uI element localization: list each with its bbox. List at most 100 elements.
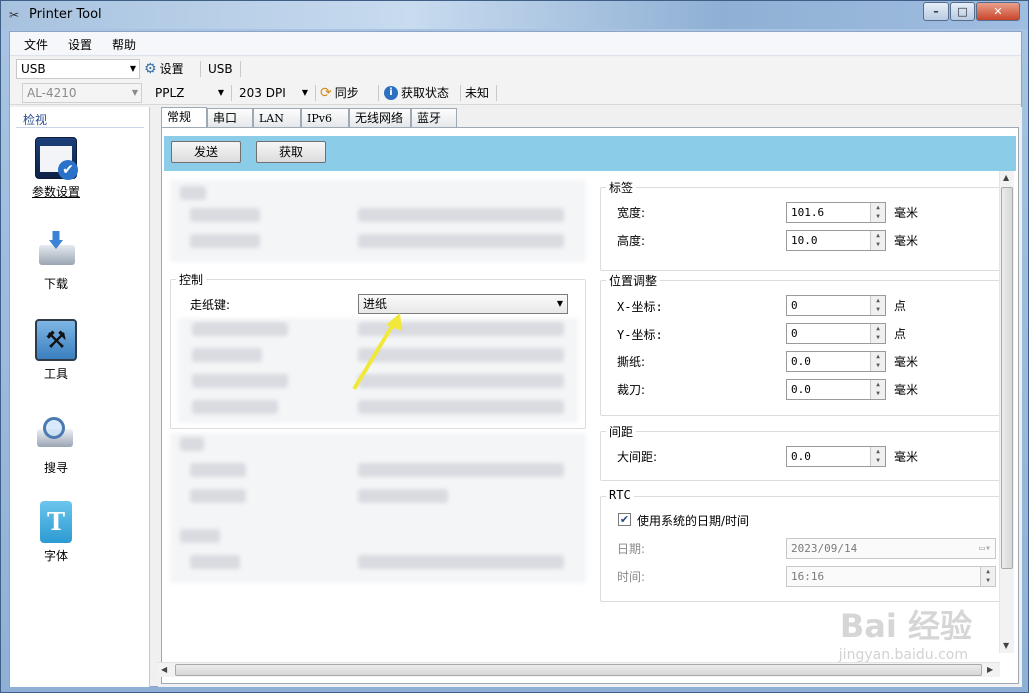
spin-buttons[interactable]: ▲ ▼ — [870, 231, 885, 250]
minimize-button[interactable]: – — [923, 2, 949, 21]
chevron-down-icon: ▼ — [129, 64, 136, 73]
time-label: 时间: — [617, 570, 646, 584]
label-group-title: 标签 — [606, 179, 637, 196]
model-select[interactable]: AL-4210 ▼ — [22, 83, 142, 103]
toolbar-separator — [460, 85, 461, 101]
divider — [16, 127, 144, 128]
sidebar-item-label: 下载 — [43, 277, 68, 291]
port-select[interactable]: USB ▼ — [16, 59, 140, 79]
calendar-icon: ▭▾ — [978, 543, 991, 554]
spin-buttons[interactable]: ▲ ▼ — [870, 352, 885, 371]
sidebar-item-download[interactable]: 下载 — [20, 229, 92, 292]
gap-group-title: 间距 — [606, 423, 637, 440]
language-select[interactable]: PPLZ ▼ — [150, 83, 228, 103]
chevron-down-icon: ▼ — [301, 88, 308, 97]
spin-buttons[interactable]: ▲ ▼ — [870, 447, 885, 466]
tab-lan[interactable]: LAN — [253, 108, 301, 128]
get-status-label: 获取状态 — [401, 86, 450, 100]
spin-buttons[interactable]: ▲ ▼ — [870, 203, 885, 222]
sidebar-item-label: 字体 — [43, 549, 68, 563]
sync-button[interactable]: ⟳ 同步 — [320, 84, 359, 102]
toolbar-separator — [496, 85, 497, 101]
y-input[interactable]: 0 ▲ ▼ — [786, 323, 886, 344]
height-input[interactable]: 10.0 ▲ ▼ — [786, 230, 886, 251]
spin-buttons[interactable]: ▲ ▼ — [870, 324, 885, 343]
chevron-down-icon: ▼ — [131, 88, 138, 97]
cutter-value: 0.0 — [791, 383, 811, 396]
get-status-button[interactable]: i 获取状态 — [384, 84, 449, 102]
close-button[interactable]: ✕ — [976, 2, 1020, 21]
height-label: 高度: — [617, 234, 646, 248]
spin-buttons[interactable]: ▲ ▼ — [980, 567, 995, 586]
maximize-button[interactable]: □ — [950, 2, 975, 21]
x-input[interactable]: 0 ▲ ▼ — [786, 295, 886, 316]
scroll-up-icon[interactable]: ▲ — [1003, 173, 1009, 182]
app-window: ✂ Printer Tool – □ ✕ 文件 设置 帮助 USB ▼ ⚙ 设置… — [0, 0, 1029, 693]
tear-input[interactable]: 0.0 ▲ ▼ — [786, 351, 886, 372]
menu-file[interactable]: 文件 — [24, 36, 48, 53]
width-value: 101.6 — [791, 206, 825, 219]
rtc-group-title: RTC — [606, 488, 634, 502]
chevron-down-icon: ▼ — [556, 299, 563, 308]
font-icon: T — [40, 501, 72, 543]
y-value: 0 — [791, 327, 798, 340]
gap-input[interactable]: 0.0 ▲ ▼ — [786, 446, 886, 467]
toolbar-printer: AL-4210 ▼ PPLZ ▼ 203 DPI ▼ ⟳ 同步 i 获取状态 未… — [10, 81, 1021, 105]
scroll-left-icon[interactable]: ◀ — [161, 665, 167, 674]
sidebar-header: 检视 — [23, 113, 48, 127]
gap-label: 大间距: — [617, 450, 658, 464]
toolbar-separator — [200, 61, 201, 77]
tab-serial[interactable]: 串口 — [207, 108, 253, 128]
model-select-value: AL-4210 — [27, 86, 77, 100]
send-button[interactable]: 发送 — [171, 141, 241, 163]
width-input[interactable]: 101.6 ▲ ▼ — [786, 202, 886, 223]
tear-value: 0.0 — [791, 355, 811, 368]
label-group — [600, 187, 1006, 271]
sync-label: 同步 — [334, 86, 359, 100]
date-picker[interactable]: 2023/09/14 ▭▾ — [786, 538, 996, 559]
toolbar-connection: USB ▼ ⚙ 设置 USB — [10, 57, 1021, 81]
tab-wireless[interactable]: 无线网络 — [349, 108, 411, 128]
sidebar-item-tools[interactable]: ⚒ 工具 — [20, 319, 92, 382]
port-settings-button[interactable]: ⚙ 设置 — [144, 60, 184, 78]
window-title: Printer Tool — [29, 7, 102, 22]
vertical-scrollbar[interactable]: ▲ ▼ — [999, 171, 1014, 653]
tools-icon: ⚒ — [35, 319, 77, 361]
port-settings-label: 设置 — [159, 62, 184, 76]
menu-help[interactable]: 帮助 — [112, 36, 136, 53]
use-system-time-checkbox[interactable]: ✔ — [618, 513, 631, 526]
download-printer-icon — [35, 229, 77, 271]
vertical-scroll-thumb[interactable] — [1001, 187, 1013, 569]
tab-bluetooth[interactable]: 蓝牙 — [411, 108, 457, 128]
blurred-section — [170, 433, 586, 583]
port-select-value: USB — [21, 62, 46, 76]
horizontal-scroll-thumb[interactable] — [175, 664, 982, 676]
control-group-title: 控制 — [176, 271, 207, 288]
date-value: 2023/09/14 — [791, 542, 858, 555]
horizontal-scrollbar[interactable]: ◀ ▶ — [157, 662, 1000, 677]
get-button[interactable]: 获取 — [256, 141, 326, 163]
time-picker[interactable]: 16:16 ▲ ▼ — [786, 566, 996, 587]
app-icon: ✂ — [9, 8, 20, 22]
y-label: Y-坐标: — [617, 328, 663, 342]
scroll-down-icon[interactable]: ▼ — [1003, 641, 1009, 650]
scroll-right-icon[interactable]: ▶ — [987, 665, 993, 674]
settings-panel-icon: ✔ — [35, 137, 78, 180]
gap-value: 0.0 — [791, 450, 811, 463]
menu-settings[interactable]: 设置 — [68, 36, 92, 53]
sidebar-item-label: 参数设置 — [31, 185, 80, 199]
tab-ipv6[interactable]: IPv6 — [301, 108, 349, 128]
width-label: 宽度: — [617, 206, 646, 220]
sidebar-item-params[interactable]: ✔ 参数设置 — [20, 137, 92, 200]
spin-buttons[interactable]: ▲ ▼ — [870, 296, 885, 315]
sidebar-item-search[interactable]: 搜寻 — [20, 413, 92, 476]
spin-buttons[interactable]: ▲ ▼ — [870, 380, 885, 399]
sidebar-item-font[interactable]: T 字体 — [20, 501, 92, 564]
cutter-input[interactable]: 0.0 ▲ ▼ — [786, 379, 886, 400]
dpi-select[interactable]: 203 DPI ▼ — [234, 83, 312, 103]
title-bar[interactable]: ✂ Printer Tool – □ ✕ — [1, 1, 1028, 29]
time-value: 16:16 — [791, 570, 825, 583]
tab-general[interactable]: 常规 — [161, 107, 207, 128]
action-bar: 发送 获取 — [164, 136, 1016, 171]
y-unit: 点 — [894, 327, 907, 341]
